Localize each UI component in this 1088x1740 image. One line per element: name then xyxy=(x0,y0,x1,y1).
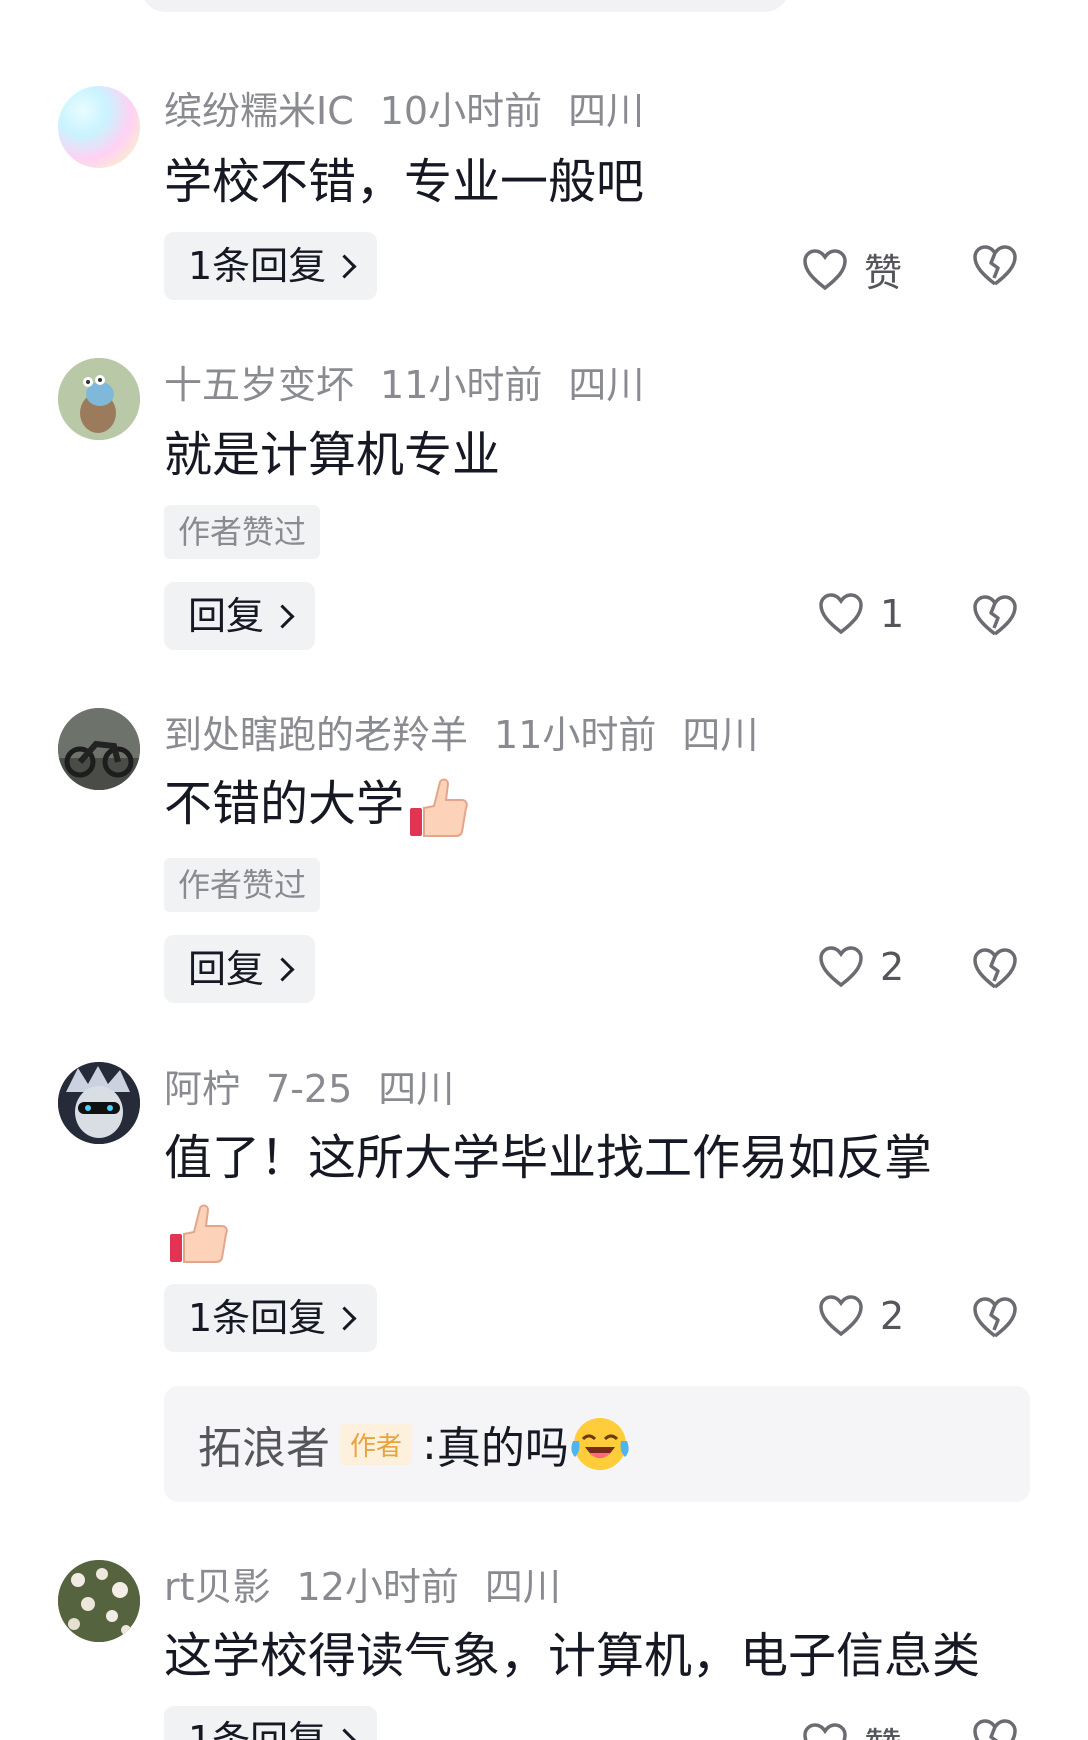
comment-location: 四川 xyxy=(682,713,759,757)
comment-meta: 缤纷糯米IC 10小时前 四川 xyxy=(164,88,670,134)
comment-meta: 十五岁变坏 11小时前 四川 xyxy=(164,362,670,408)
comment-text: 值了！这所大学毕业找工作易如反掌 xyxy=(164,1130,933,1186)
like-button[interactable]: 2 xyxy=(818,945,904,989)
sub-reply-separator: : xyxy=(422,1418,437,1470)
avatar[interactable] xyxy=(58,358,140,440)
comment-text: 这学校得读气象，计算机，电子信息类 xyxy=(164,1628,981,1684)
heart-outline-icon xyxy=(819,946,863,988)
avatar[interactable] xyxy=(58,708,140,790)
author-liked-badge: 作者赞过 xyxy=(164,858,321,912)
comment-text: 学校不错，专业一般吧 xyxy=(164,154,645,210)
like-count: 1 xyxy=(880,592,905,636)
reply-label: 回复 xyxy=(188,594,265,638)
reply-label: 回复 xyxy=(188,947,265,991)
chevron-right-icon xyxy=(270,603,295,629)
username[interactable]: 缤纷糯米IC xyxy=(164,89,354,133)
comment-time: 12小时前 xyxy=(296,1565,459,1609)
input-bar-remnant[interactable] xyxy=(140,0,790,12)
author-tag-badge: 作者 xyxy=(340,1423,413,1465)
comment-location: 四川 xyxy=(568,363,645,407)
comment-text: 不错的大学 xyxy=(164,768,470,840)
sub-reply[interactable]: 拓浪者 作者 : 真的吗 xyxy=(164,1386,1030,1502)
avatar[interactable] xyxy=(58,86,140,168)
avatar-image xyxy=(58,1560,140,1642)
broken-heart-icon[interactable] xyxy=(972,244,1018,288)
reply-button[interactable]: 回复 xyxy=(164,582,316,650)
comment-time: 7-25 xyxy=(266,1067,353,1111)
username[interactable]: rt贝影 xyxy=(164,1565,271,1609)
comment-meta: 阿柠 7-25 四川 xyxy=(164,1066,480,1112)
comment-text: 就是计算机专业 xyxy=(164,427,501,483)
comment-location: 四川 xyxy=(484,1565,561,1609)
chevron-right-icon xyxy=(270,956,295,982)
view-replies-button[interactable]: 1条回复 xyxy=(164,1706,378,1740)
reply-label: 1条回复 xyxy=(188,1718,327,1740)
chevron-right-icon xyxy=(332,253,357,279)
comment-location: 四川 xyxy=(378,1067,455,1111)
chevron-right-icon xyxy=(332,1305,357,1331)
broken-heart-icon[interactable] xyxy=(972,1718,1018,1740)
username[interactable]: 十五岁变坏 xyxy=(164,363,354,407)
username[interactable]: 阿柠 xyxy=(164,1067,240,1111)
comment-time: 10小时前 xyxy=(379,89,543,133)
like-button[interactable]: 赞 xyxy=(802,242,902,297)
broken-heart-icon[interactable] xyxy=(972,947,1018,991)
thumbs-up-emoji-icon xyxy=(410,778,468,837)
avatar[interactable] xyxy=(58,1062,140,1144)
like-count: 2 xyxy=(880,945,905,989)
avatar[interactable] xyxy=(58,1560,140,1642)
heart-outline-icon xyxy=(803,1722,847,1740)
broken-heart-icon[interactable] xyxy=(972,594,1018,638)
sub-reply-text: 真的吗 xyxy=(436,1423,569,1474)
comment-meta: 到处瞎跑的老羚羊 11小时前 四川 xyxy=(164,712,784,758)
avatar-image xyxy=(58,1062,140,1144)
sub-reply-author[interactable]: 拓浪者 xyxy=(198,1412,330,1476)
comment-section: 缤纷糯米IC 10小时前 四川 学校不错，专业一般吧 1条回复 赞 十五岁变坏 11小… xyxy=(0,0,1088,1740)
like-count: 赞 xyxy=(864,1716,902,1740)
like-button[interactable]: 赞 xyxy=(802,1716,902,1740)
view-replies-button[interactable]: 1条回复 xyxy=(164,232,378,300)
thumbs-up-emoji-icon xyxy=(170,1204,228,1263)
view-replies-button[interactable]: 1条回复 xyxy=(164,1284,378,1352)
reply-button[interactable]: 回复 xyxy=(164,935,316,1003)
chevron-right-icon xyxy=(332,1727,357,1740)
heart-outline-icon xyxy=(819,1295,863,1337)
laughing-crying-emoji-icon xyxy=(571,1418,629,1470)
like-button[interactable]: 2 xyxy=(818,1294,904,1338)
comment-text-body: 不错的大学 xyxy=(164,776,405,832)
heart-outline-icon xyxy=(819,593,863,635)
like-button[interactable]: 1 xyxy=(818,592,904,636)
avatar-image xyxy=(58,358,140,440)
heart-outline-icon xyxy=(803,248,847,290)
username[interactable]: 到处瞎跑的老羚羊 xyxy=(164,713,468,757)
broken-heart-icon[interactable] xyxy=(972,1296,1018,1340)
comment-time: 11小时前 xyxy=(380,363,543,407)
reply-label: 1条回复 xyxy=(188,1296,327,1340)
comment-time: 11小时前 xyxy=(494,713,657,757)
comment-emoji-line xyxy=(164,1194,230,1266)
like-count: 2 xyxy=(880,1294,905,1338)
author-liked-badge: 作者赞过 xyxy=(164,505,321,559)
reply-label: 1条回复 xyxy=(188,244,327,288)
avatar-image xyxy=(58,708,140,790)
like-count: 赞 xyxy=(864,251,903,295)
comment-location: 四川 xyxy=(568,89,645,133)
comment-meta: rt贝影 12小时前 四川 xyxy=(164,1564,587,1610)
